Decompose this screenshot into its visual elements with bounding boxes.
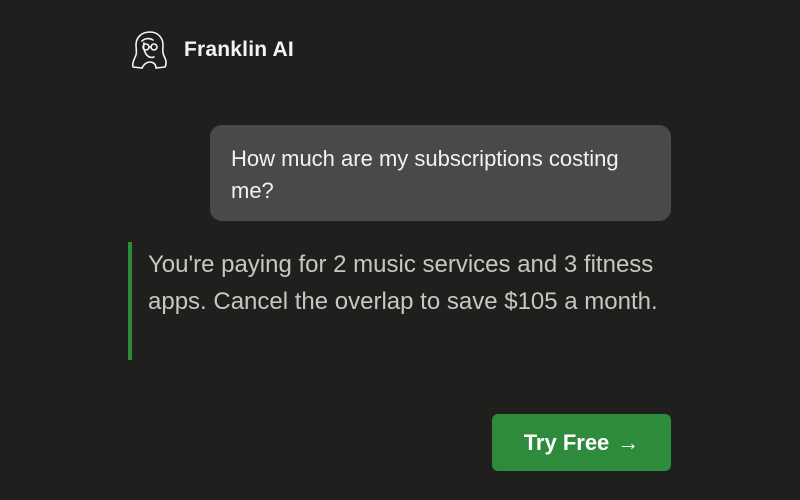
arrow-right-icon: → [617, 429, 640, 455]
try-free-label: Try Free [523, 429, 610, 455]
brand-header: Franklin AI [128, 26, 294, 74]
franklin-head-icon [131, 31, 167, 69]
brand-name: Franklin AI [184, 38, 294, 61]
try-free-button[interactable]: Try Free → [492, 414, 671, 471]
assistant-response: You're paying for 2 music services and 3… [128, 242, 668, 360]
user-message-bubble: How much are my subscriptions costing me… [210, 125, 671, 221]
chat-preview-page: Franklin AI How much are my subscription… [0, 0, 800, 500]
